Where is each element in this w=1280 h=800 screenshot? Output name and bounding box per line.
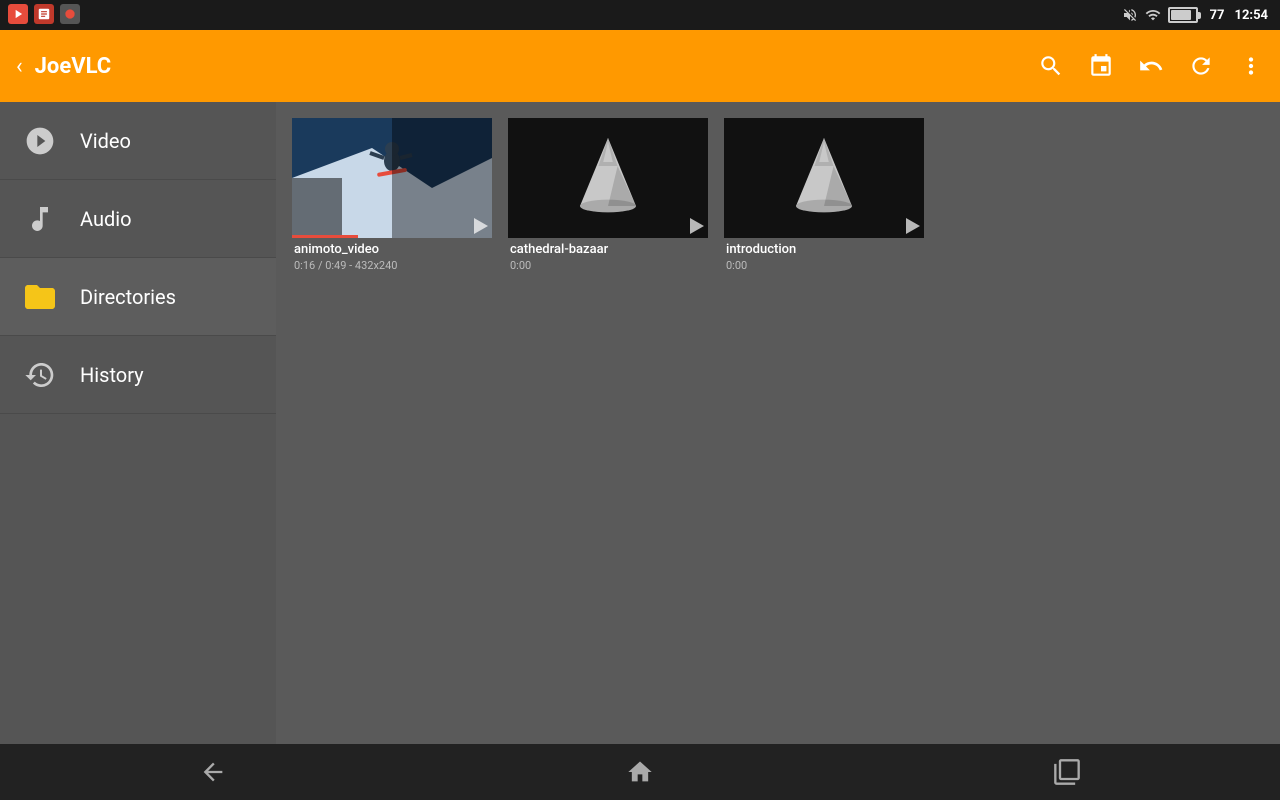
nav-back-button[interactable] bbox=[173, 744, 253, 800]
app-bar-actions bbox=[1038, 53, 1264, 79]
video-info-introduction: introduction 0:00 bbox=[724, 238, 924, 276]
wifi-icon bbox=[1144, 7, 1162, 23]
video-title-introduction: introduction bbox=[726, 242, 922, 257]
main-content: animoto_video 0:16 / 0:49 - 432x240 cath bbox=[276, 102, 1280, 744]
status-time: 12:54 bbox=[1235, 8, 1269, 23]
directories-icon bbox=[20, 277, 60, 317]
undo-icon[interactable] bbox=[1138, 53, 1164, 79]
app-bar: ‹ JoeVLC bbox=[0, 30, 1280, 102]
video-title-cathedral: cathedral-bazaar bbox=[510, 242, 706, 257]
refresh-icon[interactable] bbox=[1188, 53, 1214, 79]
vlc-cone-cathedral bbox=[568, 133, 648, 223]
video-meta-animoto: 0:16 / 0:49 - 432x240 bbox=[294, 259, 490, 272]
sidebar-item-video[interactable]: Video bbox=[0, 102, 276, 180]
video-card-cathedral[interactable]: cathedral-bazaar 0:00 bbox=[508, 118, 708, 276]
video-meta-cathedral: 0:00 bbox=[510, 259, 706, 272]
thumbnail-animoto bbox=[292, 118, 492, 238]
video-card-animoto[interactable]: animoto_video 0:16 / 0:49 - 432x240 bbox=[292, 118, 492, 276]
thumbnail-cathedral bbox=[508, 118, 708, 238]
sidebar-item-directories[interactable]: Directories bbox=[0, 258, 276, 336]
sidebar: Video Audio Directories History bbox=[0, 102, 276, 744]
video-card-introduction[interactable]: introduction 0:00 bbox=[724, 118, 924, 276]
back-button[interactable]: ‹ bbox=[16, 54, 23, 79]
vlc-cone-introduction bbox=[784, 133, 864, 223]
video-title-animoto: animoto_video bbox=[294, 242, 490, 257]
search-icon[interactable] bbox=[1038, 53, 1064, 79]
video-icon bbox=[20, 121, 60, 161]
bottom-nav bbox=[0, 744, 1280, 800]
app-icon-3 bbox=[60, 4, 80, 24]
nav-recents-button[interactable] bbox=[1027, 744, 1107, 800]
mute-icon bbox=[1122, 7, 1138, 23]
sidebar-history-label: History bbox=[80, 363, 144, 387]
sidebar-audio-label: Audio bbox=[80, 207, 132, 231]
battery-icon bbox=[1168, 7, 1198, 23]
status-bar: 77 12:54 bbox=[0, 0, 1280, 30]
sidebar-video-label: Video bbox=[80, 129, 131, 153]
more-icon[interactable] bbox=[1238, 53, 1264, 79]
status-icons: 77 12:54 bbox=[1122, 7, 1268, 23]
video-meta-introduction: 0:00 bbox=[726, 259, 922, 272]
audio-icon bbox=[20, 199, 60, 239]
sidebar-item-history[interactable]: History bbox=[0, 336, 276, 414]
battery-percent: 77 bbox=[1210, 8, 1225, 23]
history-icon bbox=[20, 355, 60, 395]
app-title: JoeVLC bbox=[35, 54, 1038, 79]
sidebar-item-audio[interactable]: Audio bbox=[0, 180, 276, 258]
video-info-cathedral: cathedral-bazaar 0:00 bbox=[508, 238, 708, 276]
app-icon-2 bbox=[34, 4, 54, 24]
play-indicator-animoto bbox=[474, 218, 488, 234]
sidebar-directories-label: Directories bbox=[80, 285, 176, 309]
play-indicator-introduction bbox=[906, 218, 920, 234]
system-tray-left bbox=[8, 4, 80, 24]
app-icon-1 bbox=[8, 4, 28, 24]
thumbnail-introduction bbox=[724, 118, 924, 238]
progress-bar-animoto bbox=[292, 235, 358, 238]
play-indicator-cathedral bbox=[690, 218, 704, 234]
video-info-animoto: animoto_video 0:16 / 0:49 - 432x240 bbox=[292, 238, 492, 276]
nav-home-button[interactable] bbox=[600, 744, 680, 800]
pin-icon[interactable] bbox=[1088, 53, 1114, 79]
